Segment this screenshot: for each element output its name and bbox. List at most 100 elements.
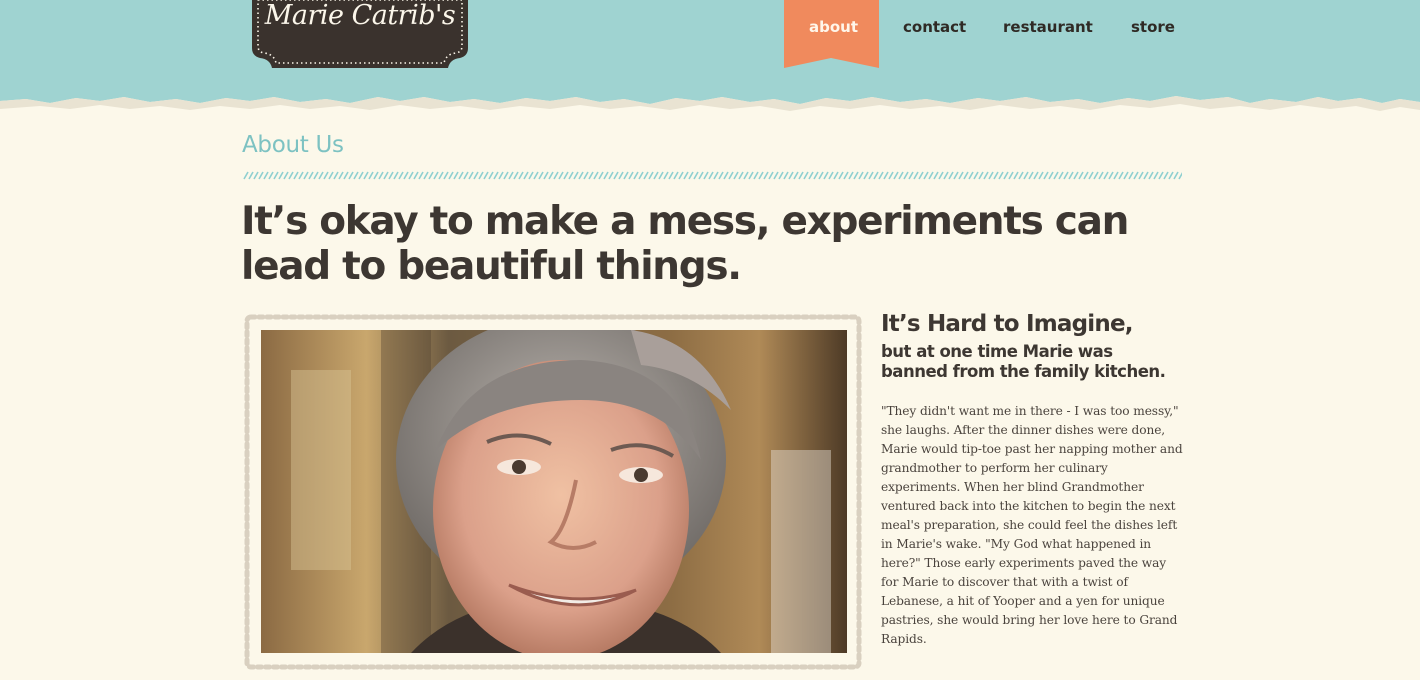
hatch-stroke [483,171,489,180]
hatch-stroke [428,171,434,180]
nav-about-link[interactable]: about [809,17,858,37]
hatch-stroke [248,171,254,180]
hatch-stroke [408,171,414,180]
hatch-stroke [873,171,879,180]
hatch-stroke [703,171,709,180]
hatch-stroke [268,171,274,180]
hatch-stroke [958,171,964,180]
hatch-stroke [928,171,934,180]
hatch-stroke [923,171,929,180]
hatch-stroke [933,171,939,180]
hatch-stroke [728,171,734,180]
hatch-stroke [1153,171,1159,180]
hatch-stroke [648,171,654,180]
hatch-stroke [973,171,979,180]
hatch-stroke [403,171,409,180]
hatch-stroke [578,171,584,180]
hatch-stroke [768,171,774,180]
hatch-stroke [723,171,729,180]
story-body: "They didn't want me in there - I was to… [881,404,1183,646]
hatch-stroke [338,171,344,180]
hatch-stroke [553,171,559,180]
hatch-stroke [323,171,329,180]
hatch-stroke [963,171,969,180]
hatch-stroke [1038,171,1044,180]
hatch-stroke [333,171,339,180]
hatch-stroke [843,171,849,180]
hatch-stroke [898,171,904,180]
hatch-stroke [393,171,399,180]
hatch-stroke [1108,171,1114,180]
hatch-stroke [953,171,959,180]
hatch-stroke [1033,171,1039,180]
story-subtitle: but at one time Marie was banned from th… [881,342,1166,381]
main-nav: about contact restaurant store [0,0,1420,70]
hatch-stroke [1078,171,1084,180]
hatch-stroke [308,171,314,180]
hatch-stroke [388,171,394,180]
hatch-stroke [618,171,624,180]
hatch-stroke [1058,171,1064,180]
hatch-stroke [568,171,574,180]
hatch-stroke [253,171,259,180]
hatch-stroke [523,171,529,180]
hatch-stroke [643,171,649,180]
hatch-stroke [678,171,684,180]
story-title: It’s Hard to Imagine, [881,311,1133,337]
hatch-stroke [433,171,439,180]
hatch-stroke [903,171,909,180]
hatch-stroke [373,171,379,180]
hatch-stroke [623,171,629,180]
hatch-stroke [1118,171,1124,180]
hatch-stroke [913,171,919,180]
hatch-stroke [1113,171,1119,180]
hatch-stroke [273,171,279,180]
hatch-stroke [1173,171,1179,180]
hatch-stroke [608,171,614,180]
hatch-stroke [258,171,264,180]
hatch-stroke [748,171,754,180]
hatch-stroke [938,171,944,180]
nav-restaurant-link[interactable]: restaurant [1003,17,1093,37]
hatch-stroke [1093,171,1099,180]
hatch-stroke [863,171,869,180]
hatch-stroke [653,171,659,180]
hatch-stroke [683,171,689,180]
hatch-stroke [468,171,474,180]
hatch-stroke [313,171,319,180]
nav-store-link[interactable]: store [1131,17,1175,37]
hatch-stroke [1008,171,1014,180]
hatch-stroke [548,171,554,180]
hatch-stroke [283,171,289,180]
hatch-stroke [1083,171,1089,180]
hatch-stroke [533,171,539,180]
hatch-stroke [1013,171,1019,180]
hatch-stroke [828,171,834,180]
hatch-stroke [713,171,719,180]
hatch-stroke [1143,171,1149,180]
hatch-stroke [413,171,419,180]
hatch-stroke [613,171,619,180]
hatch-stroke [448,171,454,180]
hatch-stroke [918,171,924,180]
hatch-stroke [833,171,839,180]
hatch-stroke [303,171,309,180]
hatch-stroke [453,171,459,180]
hatch-stroke [783,171,789,180]
hatch-stroke [1088,171,1094,180]
hatch-stroke [668,171,674,180]
hatch-stroke [588,171,594,180]
nav-contact-link[interactable]: contact [903,17,966,37]
hatch-stroke [763,171,769,180]
hatch-stroke [1053,171,1059,180]
hatch-stroke [583,171,589,180]
hatch-stroke [1148,171,1154,180]
hatch-stroke [368,171,374,180]
hatch-stroke [753,171,759,180]
hatch-stroke [1063,171,1069,180]
hatch-stroke [478,171,484,180]
hatch-stroke [823,171,829,180]
hatch-stroke [423,171,429,180]
hatch-stroke [278,171,284,180]
hatch-stroke [738,171,744,180]
